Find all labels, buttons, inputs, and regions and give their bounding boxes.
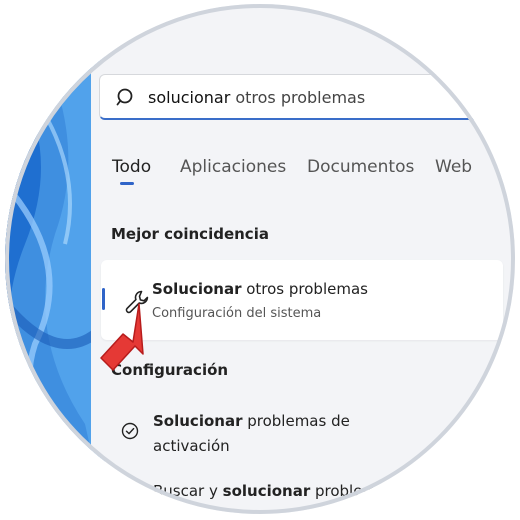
best-match-heading: Mejor coincidencia bbox=[111, 225, 269, 243]
check-circle-icon bbox=[121, 422, 139, 440]
zoom-view: solucionar otros problemas Todo Aplicaci… bbox=[0, 0, 520, 520]
tab-todo[interactable]: Todo bbox=[112, 157, 151, 177]
magnified-circle: solucionar otros problemas Todo Aplicaci… bbox=[5, 4, 515, 514]
settings-item-activation[interactable]: Solucionar problemas de activación bbox=[153, 409, 403, 459]
best-match-subtitle: Configuración del sistema bbox=[152, 306, 322, 321]
tab-aplicaciones[interactable]: Aplicaciones bbox=[180, 157, 286, 177]
settings-item-find-fix-rest: problemas bbox=[310, 482, 395, 500]
search-query: solucionar otros problemas bbox=[148, 88, 365, 107]
settings-item-find-fix-pre: Buscar y bbox=[153, 482, 223, 500]
pointer-arrow-icon bbox=[100, 303, 144, 371]
active-tab-indicator bbox=[120, 182, 134, 185]
search-query-rest: otros problemas bbox=[230, 88, 366, 107]
tab-web[interactable]: Web bbox=[435, 157, 472, 177]
search-icon bbox=[116, 88, 133, 106]
search-input[interactable]: solucionar otros problemas bbox=[99, 74, 489, 120]
settings-item-find-fix-bold: solucionar bbox=[222, 482, 311, 500]
desktop-wallpaper bbox=[5, 4, 105, 514]
search-query-bold: solucionar bbox=[148, 88, 231, 107]
settings-item-find-fix[interactable]: Buscar y solucionar problemas bbox=[153, 482, 394, 500]
settings-item-activation-bold: Solucionar bbox=[153, 412, 243, 430]
tab-documentos[interactable]: Documentos bbox=[307, 157, 414, 177]
best-match-title: Solucionar otros problemas bbox=[152, 280, 368, 298]
search-results-panel: solucionar otros problemas Todo Aplicaci… bbox=[91, 4, 515, 514]
best-match-title-rest: otros problemas bbox=[241, 280, 368, 298]
best-match-title-bold: Solucionar bbox=[152, 280, 242, 298]
